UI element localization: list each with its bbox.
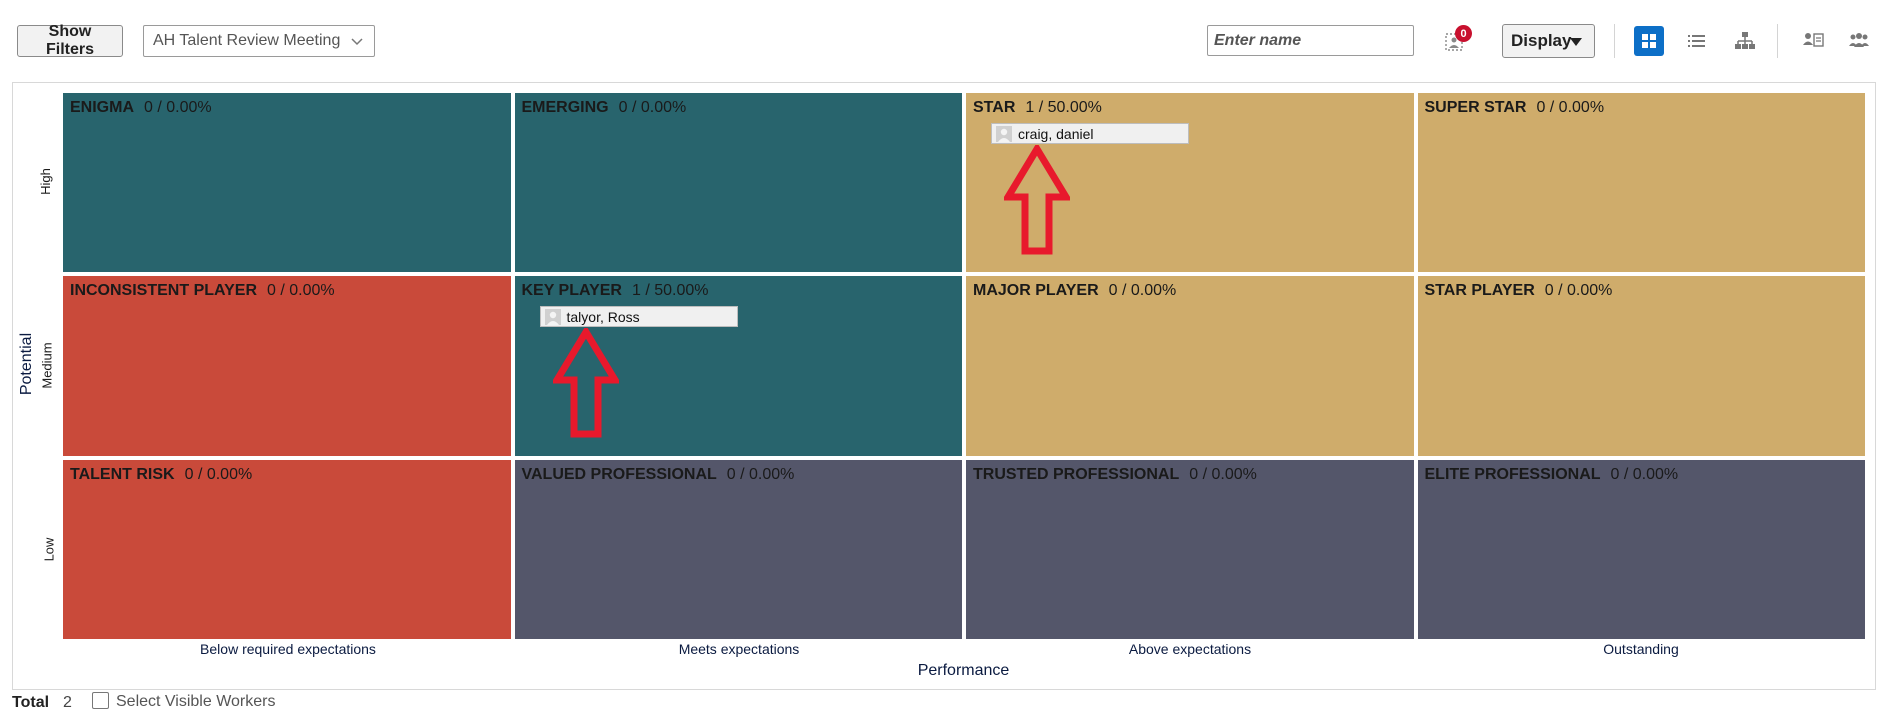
column-label-above: Above expectations <box>1128 641 1252 657</box>
cell-count: 0 / 0.00% <box>1108 282 1177 300</box>
total-count: 2 <box>63 694 72 711</box>
compare-workers-button[interactable] <box>1800 28 1826 54</box>
cell-count: 0 / 0.00% <box>1610 465 1679 483</box>
cell-title: ELITE PROFESSIONAL <box>1424 465 1601 483</box>
cell-title: ENIGMA <box>70 99 134 116</box>
cell-trusted-professional[interactable]: TRUSTED PROFESSIONAL 0 / 0.00% <box>966 459 1414 639</box>
cell-header: EMERGING 0 / 0.00% <box>522 99 687 117</box>
cell-title: VALUED PROFESSIONAL <box>521 465 717 483</box>
chevron-down-icon <box>351 38 363 46</box>
cell-enigma[interactable]: ENIGMA 0 / 0.00% <box>63 93 511 273</box>
toolbar-divider <box>1614 24 1615 58</box>
cell-header: TALENT RISK 0 / 0.00% <box>70 466 252 484</box>
select-visible-checkbox[interactable] <box>92 692 109 709</box>
cell-header: TRUSTED PROFESSIONAL 0 / 0.00% <box>973 466 1257 484</box>
cell-title: INCONSISTENT PLAYER <box>70 282 257 300</box>
cell-header: SUPER STAR 0 / 0.00% <box>1425 99 1605 117</box>
cell-count: 0 / 0.00% <box>1189 465 1257 483</box>
team-view-button[interactable] <box>1846 28 1872 54</box>
cell-super-star[interactable]: SUPER STAR 0 / 0.00% <box>1417 93 1865 273</box>
cell-header: ENIGMA 0 / 0.00% <box>70 99 212 117</box>
cell-title: MAJOR PLAYER <box>973 282 1099 300</box>
red-annotation-arrow <box>552 328 619 438</box>
display-label: Display <box>1511 31 1572 50</box>
selected-count-badge: 0 <box>1455 25 1472 42</box>
person-avatar-icon <box>544 308 561 325</box>
worker-card[interactable]: craig, daniel <box>991 123 1189 144</box>
row-label-high: High <box>37 168 53 195</box>
show-filters-button[interactable]: Show Filters <box>17 23 123 58</box>
cell-header: STAR PLAYER 0 / 0.00% <box>1425 282 1613 300</box>
cell-emerging[interactable]: EMERGING 0 / 0.00% <box>514 93 962 273</box>
meeting-select[interactable]: AH Talent Review Meeting <box>143 25 375 57</box>
cell-valued-professional[interactable]: VALUED PROFESSIONAL 0 / 0.00% <box>514 459 962 639</box>
cell-elite-professional[interactable]: ELITE PROFESSIONAL 0 / 0.00% <box>1417 459 1865 639</box>
name-search-input[interactable] <box>1207 25 1414 56</box>
cell-count: 1 / 50.00% <box>631 282 709 300</box>
cell-title: KEY PLAYER <box>521 282 622 300</box>
grid-view-button[interactable] <box>1634 26 1664 56</box>
cell-count: 0 / 0.00% <box>184 465 253 483</box>
column-label-outstanding: Outstanding <box>1603 641 1679 657</box>
row-label-medium: Medium <box>39 342 55 389</box>
cell-talent-risk[interactable]: TALENT RISK 0 / 0.00% <box>63 459 511 639</box>
compare-workers-icon <box>1803 33 1824 47</box>
cell-count: 0 / 0.00% <box>1536 99 1605 116</box>
person-avatar-icon <box>996 125 1012 142</box>
red-annotation-arrow <box>1004 145 1070 255</box>
cell-count: 0 / 0.00% <box>618 99 687 116</box>
x-axis-title: Performance <box>917 662 1010 679</box>
cell-header: STAR 1 / 50.00% <box>973 99 1102 117</box>
row-label-low: Low <box>41 537 57 562</box>
cell-header: KEY PLAYER 1 / 50.00% <box>522 282 709 300</box>
y-axis-title: Potential <box>18 332 36 396</box>
toolbar-divider <box>1777 24 1778 58</box>
column-label-below: Below required expectations <box>200 641 376 657</box>
cell-title: EMERGING <box>521 99 609 116</box>
worker-name: talyor, Ross <box>566 308 640 325</box>
meeting-select-value: AH Talent Review Meeting <box>153 32 341 49</box>
grid-view-icon <box>1642 34 1656 48</box>
list-view-icon <box>1688 35 1705 47</box>
cell-header: INCONSISTENT PLAYER 0 / 0.00% <box>70 282 335 300</box>
cell-count: 0 / 0.00% <box>144 99 212 116</box>
cell-star[interactable]: STAR 1 / 50.00% craig, daniel <box>966 93 1414 273</box>
hierarchy-view-icon <box>1735 32 1755 49</box>
team-icon <box>1849 33 1869 47</box>
cell-key-player[interactable]: KEY PLAYER 1 / 50.00% talyor, Ross <box>514 276 962 456</box>
cell-title: STAR PLAYER <box>1424 282 1535 300</box>
cell-title: SUPER STAR <box>1424 99 1527 116</box>
cell-star-player[interactable]: STAR PLAYER 0 / 0.00% <box>1417 276 1865 456</box>
cell-inconsistent-player[interactable]: INCONSISTENT PLAYER 0 / 0.00% <box>63 276 511 456</box>
display-menu-button[interactable]: Display <box>1502 24 1595 58</box>
cell-title: STAR <box>973 99 1016 116</box>
list-view-button[interactable] <box>1684 28 1710 54</box>
hierarchy-view-button[interactable] <box>1732 28 1758 54</box>
worker-card[interactable]: talyor, Ross <box>539 306 738 328</box>
total-label: Total <box>12 694 50 711</box>
nine-box-grid: ENIGMA 0 / 0.00% EMERGING 0 / 0.00% STAR 1 / … <box>63 93 1865 639</box>
cell-count: 1 / 50.00% <box>1025 99 1102 116</box>
cell-title: TRUSTED PROFESSIONAL <box>973 465 1180 483</box>
worker-name: craig, daniel <box>1018 125 1094 142</box>
cell-header: MAJOR PLAYER 0 / 0.00% <box>973 282 1176 300</box>
caret-down-icon <box>1570 38 1582 46</box>
cell-major-player[interactable]: MAJOR PLAYER 0 / 0.00% <box>966 276 1414 456</box>
cell-header: ELITE PROFESSIONAL 0 / 0.00% <box>1425 466 1679 484</box>
cell-header: VALUED PROFESSIONAL 0 / 0.00% <box>522 466 795 484</box>
column-label-meets: Meets expectations <box>678 641 800 657</box>
cell-count: 0 / 0.00% <box>1544 282 1613 300</box>
select-visible-label[interactable]: Select Visible Workers <box>116 693 275 711</box>
cell-count: 0 / 0.00% <box>726 465 795 483</box>
cell-count: 0 / 0.00% <box>267 282 335 300</box>
cell-title: TALENT RISK <box>70 465 175 483</box>
